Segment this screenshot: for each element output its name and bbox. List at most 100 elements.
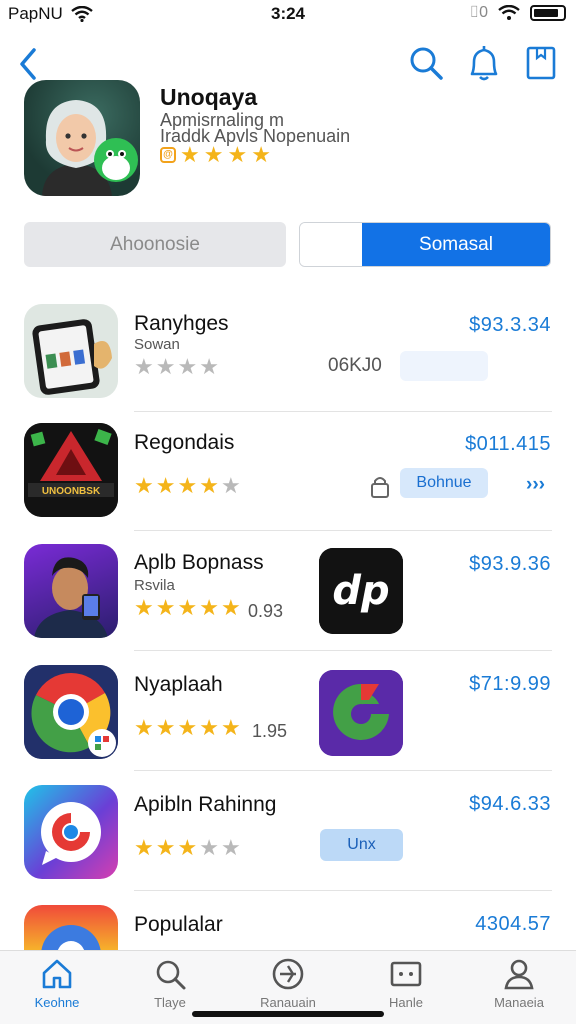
app-subtitle: Sowan [134,336,180,353]
segment-blank[interactable] [300,223,362,266]
star-icon: ★ [199,354,219,379]
star-icon: ★ [134,715,154,740]
star-icon: ★ [134,595,154,620]
star-icon: ★ [177,595,198,620]
search-icon [156,960,186,990]
star-icon: ★ [199,715,219,740]
app-price: $71:9.99 [469,673,551,695]
app-icon [24,665,118,759]
star-icon: ★ [177,835,198,860]
rating-count: 06KJ0 [328,355,382,376]
home-indicator[interactable] [192,1011,384,1017]
app-icon [24,785,118,879]
avatar-illustration [42,100,138,196]
app-price: $93.3.34 [469,314,551,336]
segment-left[interactable]: Ahoonosie [24,222,286,267]
battery-icon [530,5,566,21]
star-icon: ★ [155,473,176,498]
home-icon [42,959,72,989]
app-title: Ranyhges [134,312,229,335]
secondary-app-icon[interactable]: dp [319,548,403,634]
star-icon: ★ [203,142,224,167]
tab-label: Hanle [389,995,423,1010]
app-price: $94.6.33 [469,793,551,815]
list-item[interactable]: Populalar 4304.57 [0,891,576,951]
star-icon: ★ [220,473,241,498]
star-icon: ★ [134,354,154,379]
app-title: Unoqaya [160,84,258,110]
more-arrow[interactable]: ››› [526,474,545,496]
rating-stars: ★ ★ ★ ★ ★ [134,597,241,619]
wifi-icon [498,5,520,20]
star-icon: ★ [177,473,198,498]
rating-stars: ★ ★ ★ ★ [134,356,219,378]
secondary-app-icon[interactable] [319,670,403,756]
tab-label: Keohne [34,995,80,1010]
lock-icon [371,477,389,498]
star-icon: ★ [251,142,271,167]
star-icon: ★ [180,142,200,167]
star-icon: ★ [155,835,176,860]
star-icon: ★ [199,473,219,498]
app-price: 4304.57 [475,913,551,935]
app-title: Regondais [134,431,235,454]
app-price: $93.9.36 [469,553,551,575]
person-icon [504,959,534,990]
list-item[interactable]: Apibln Rahinng ★ ★ ★ ★ ★ Unx $94.6.33 [0,771,576,891]
app-title: Apibln Rahinng [134,793,277,816]
search-icon[interactable] [406,42,446,86]
app-icon [24,304,118,398]
bell-icon[interactable] [464,42,504,86]
tab-discover[interactable]: Ranauain [243,957,333,1017]
compass-icon [272,958,304,990]
app-title: Aplb Bopnass [134,551,264,574]
rating-value: 1.95 [252,721,288,741]
action-button[interactable]: Unx [320,829,403,861]
star-icon: ★ [220,595,241,620]
tab-apps[interactable]: Hanle [361,957,451,1017]
get-button[interactable] [400,351,488,381]
app-icon [24,544,118,638]
star-icon: ★ [155,715,176,740]
star-icon: ★ [155,354,176,379]
list-item[interactable]: Nyaplaah ★ ★ ★ ★ ★ 1.95 $71:9.99 [0,651,576,771]
app-price: $011.415 [465,433,551,455]
list-item[interactable]: Ranyhges Sowan ★ ★ ★ ★ 06KJ0 $93.3.34 [0,292,576,412]
svg-text:dp: dp [332,568,389,614]
back-chevron-icon[interactable] [14,42,44,86]
tab-label: Manaeia [494,995,544,1010]
star-icon: ★ [220,835,241,860]
star-icon: ★ [220,715,241,740]
tab-profile[interactable]: Manaeia [474,957,564,1017]
star-icon: ★ [155,595,176,620]
star-icon: ★ [199,595,219,620]
status-bar: PapNU 3:24 ⌷0 [0,0,576,30]
action-button[interactable]: Bohnue [400,468,488,498]
app-hero-icon[interactable] [24,80,140,196]
star-icon: ★ [134,835,154,860]
list-item[interactable]: Aplb Bopnass Rsvila ★ ★ ★ ★ ★ 0.93 dp $9… [0,531,576,651]
tab-search[interactable]: Tlaye [125,957,215,1017]
star-icon: ★ [227,142,248,167]
apps-icon [390,961,422,987]
tab-home[interactable]: Keohne [12,957,102,1017]
app-icon: UNOONBSK [24,423,118,517]
rating-stars: ★ ★ ★ ★ ★ [134,475,241,497]
tab-label: Ranauain [260,995,316,1010]
segment-selected[interactable]: Somasal [362,223,550,266]
segment-group-right: Somasal [299,222,551,267]
star-icon: ★ [177,715,198,740]
tab-label: Tlaye [154,995,186,1010]
app-subtitle: Rsvila [134,577,175,594]
list-item[interactable]: UNOONBSK Regondais ★ ★ ★ ★ ★ Bohnue $011… [0,411,576,531]
bookmark-icon[interactable] [522,42,562,86]
rating-stars: ★ ★ ★ ★ ★ [134,717,241,739]
app-rating: @ ★ ★ ★ ★ [160,144,271,166]
app-icon [24,905,118,951]
app-title: Nyaplaah [134,673,223,696]
age-rating-icon: @ [160,147,176,163]
star-icon: ★ [134,473,154,498]
star-icon: ★ [177,354,198,379]
rating-value: 0.93 [248,601,284,621]
svg-text:UNOONBSK: UNOONBSK [42,486,101,497]
